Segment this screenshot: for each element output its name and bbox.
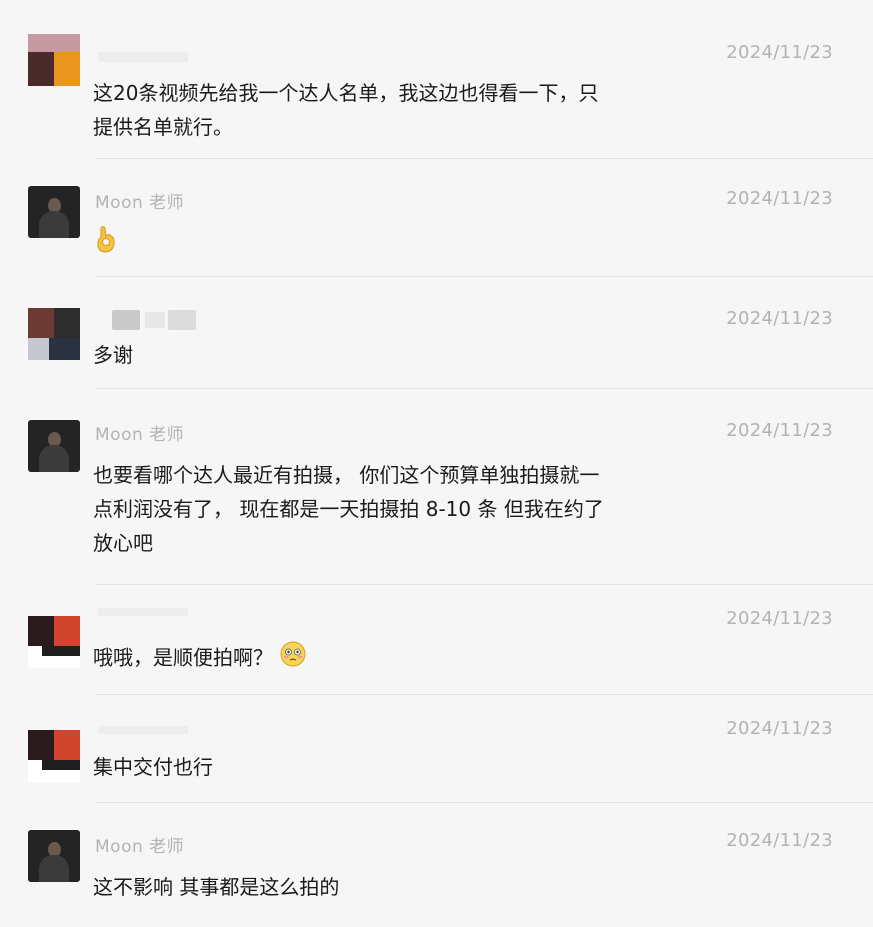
message-item[interactable]: Moon 老师 2024/11/23 — [0, 160, 873, 278]
message-text — [93, 224, 119, 264]
message-divider — [95, 158, 873, 159]
avatar[interactable] — [28, 616, 80, 668]
message-text-line: 也要看哪个达人最近有拍摄， 你们这个预算单独拍摄就一 — [93, 463, 600, 487]
message-divider — [95, 584, 873, 585]
sender-name: Moon 老师 — [95, 837, 185, 857]
message-timestamp: 2024/11/23 — [726, 188, 833, 209]
message-timestamp: 2024/11/23 — [726, 420, 833, 441]
message-divider — [95, 388, 873, 389]
flushed-face-icon — [279, 640, 307, 678]
chat-history-list: 2024/11/23 这20条视频先给我一个达人名单，我这边也得看一下，只 提供… — [0, 0, 873, 927]
message-text-line: 哦哦，是顺便拍啊？ — [93, 645, 273, 670]
message-text: 哦哦，是顺便拍啊？ — [93, 640, 307, 678]
message-divider — [95, 276, 873, 277]
message-text: 这20条视频先给我一个达人名单，我这边也得看一下，只 提供名单就行。 — [93, 76, 598, 144]
message-item[interactable]: 2024/11/23 哦哦，是顺便拍啊？ — [0, 586, 873, 696]
avatar[interactable] — [28, 420, 80, 472]
sender-name-redacted — [98, 52, 188, 62]
sender-name-redacted — [112, 310, 140, 330]
message-item[interactable]: 2024/11/23 集中交付也行 — [0, 696, 873, 804]
message-text-line: 点利润没有了， 现在都是一天拍摄拍 8-10 条 但我在约了 — [93, 497, 604, 521]
message-text-line: 这不影响 其事都是这么拍的 — [93, 875, 340, 899]
message-timestamp: 2024/11/23 — [726, 830, 833, 851]
message-item[interactable]: Moon 老师 2024/11/23 这不影响 其事都是这么拍的 — [0, 804, 873, 927]
message-text-line: 多谢 — [93, 343, 133, 367]
message-text-line: 集中交付也行 — [93, 755, 213, 779]
avatar[interactable] — [28, 34, 80, 86]
message-text: 集中交付也行 — [93, 750, 213, 784]
message-item[interactable]: 2024/11/23 这20条视频先给我一个达人名单，我这边也得看一下，只 提供… — [0, 0, 873, 160]
message-timestamp: 2024/11/23 — [726, 608, 833, 629]
message-text: 也要看哪个达人最近有拍摄， 你们这个预算单独拍摄就一 点利润没有了， 现在都是一… — [93, 458, 604, 560]
sender-name: Moon 老师 — [95, 425, 185, 445]
avatar[interactable] — [28, 186, 80, 238]
sender-name-redacted — [98, 726, 188, 734]
message-timestamp: 2024/11/23 — [726, 718, 833, 739]
message-item[interactable]: Moon 老师 2024/11/23 也要看哪个达人最近有拍摄， 你们这个预算单… — [0, 390, 873, 586]
message-timestamp: 2024/11/23 — [726, 308, 833, 329]
sender-name: Moon 老师 — [95, 193, 185, 213]
message-text: 这不影响 其事都是这么拍的 — [93, 870, 339, 904]
message-timestamp: 2024/11/23 — [726, 42, 833, 63]
sender-name-redacted — [168, 310, 196, 330]
avatar[interactable] — [28, 730, 80, 782]
message-divider — [95, 802, 873, 803]
avatar[interactable] — [28, 308, 80, 360]
sender-name-redacted — [145, 312, 165, 328]
message-item[interactable]: 2024/11/23 多谢 — [0, 278, 873, 390]
ok-hand-icon — [93, 224, 119, 264]
message-text-line: 这20条视频先给我一个达人名单，我这边也得看一下，只 — [93, 81, 599, 105]
sender-name-redacted — [98, 608, 188, 616]
message-text-line: 提供名单就行。 — [93, 115, 233, 139]
message-divider — [95, 694, 873, 695]
message-text: 多谢 — [93, 338, 133, 372]
avatar[interactable] — [28, 830, 80, 882]
message-text-line: 放心吧 — [93, 531, 153, 555]
